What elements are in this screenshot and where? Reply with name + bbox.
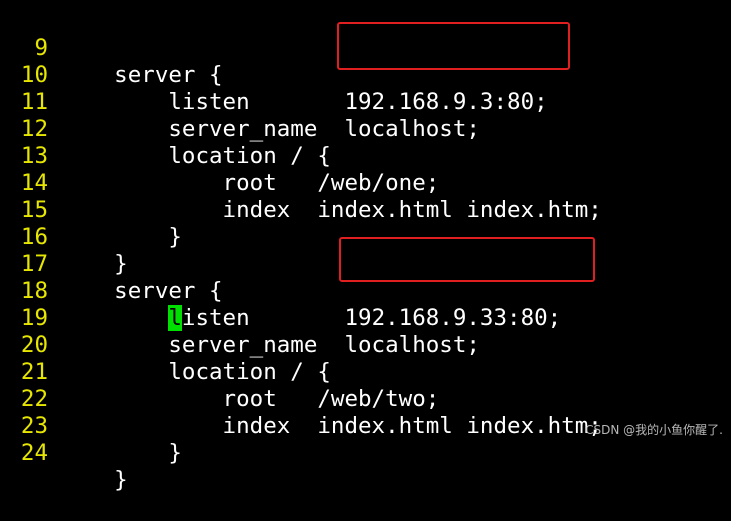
code-line: 23 }	[0, 386, 731, 466]
line-number: 24	[20, 440, 48, 466]
code-line: 20 location / {	[0, 305, 731, 385]
code-text: }	[60, 467, 128, 493]
annotation-box-listen-address-1	[337, 22, 570, 70]
terminal-editor[interactable]: 9 server { 10 listen 192.168.9.3:80; 11 …	[0, 0, 731, 493]
code-line: 22 index index.html index.htm;	[0, 359, 731, 439]
watermark: CSDN @我的小鱼你醒了.	[585, 423, 723, 437]
code-line: 15 }	[0, 170, 731, 250]
code-text: }	[60, 440, 182, 466]
annotation-box-listen-address-2	[339, 237, 595, 282]
code-line: 13 root /web/one;	[0, 116, 731, 196]
code-line: 16 }	[0, 197, 731, 277]
code-line: 21 root /web/two;	[0, 332, 731, 412]
code-line: 14 index index.html index.htm;	[0, 143, 731, 223]
code-line: 19 server_name localhost;	[0, 278, 731, 358]
code-line: 12 location / {	[0, 89, 731, 169]
